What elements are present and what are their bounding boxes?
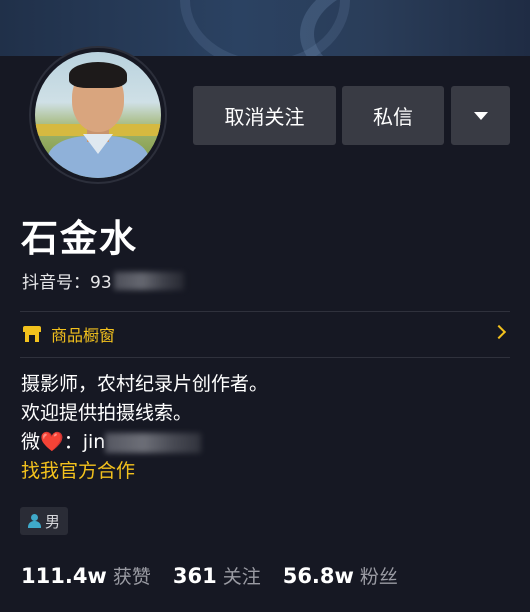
cover-decoration bbox=[180, 0, 350, 56]
stat-label: 获赞 bbox=[112, 566, 151, 588]
more-button[interactable] bbox=[451, 86, 510, 145]
bio-wechat-suffix: ：jin bbox=[63, 431, 106, 453]
chevron-right-icon bbox=[491, 324, 507, 340]
official-cooperation-link[interactable]: 找我官方合作 bbox=[21, 457, 268, 486]
shop-icon bbox=[23, 326, 41, 342]
stat-label: 粉丝 bbox=[359, 566, 398, 588]
douyin-id-label: 抖音号：93 bbox=[22, 273, 112, 293]
stat-label: 关注 bbox=[222, 566, 261, 588]
bio-line: 欢迎提供拍摄线索。 bbox=[21, 402, 193, 424]
douyin-id: 抖音号：93 bbox=[22, 268, 184, 293]
unfollow-button[interactable]: 取消关注 bbox=[193, 86, 336, 145]
bio-wechat-prefix: 微 bbox=[21, 431, 41, 453]
profile-name: 石金水 bbox=[21, 217, 138, 260]
stat-likes[interactable]: 111.4w 获赞 bbox=[21, 562, 151, 589]
stat-value: 56.8w bbox=[282, 564, 354, 588]
message-button-label: 私信 bbox=[373, 105, 413, 129]
stats-bar: 111.4w 获赞 361 关注 56.8w 粉丝 bbox=[21, 562, 420, 589]
bio-line: 摄影师，农村纪录片创作者。 bbox=[21, 373, 269, 395]
divider bbox=[20, 357, 510, 358]
gender-label: 男 bbox=[45, 512, 61, 531]
stat-value: 361 bbox=[172, 564, 217, 588]
stat-following[interactable]: 361 关注 bbox=[173, 562, 261, 589]
avatar[interactable] bbox=[29, 46, 167, 184]
blurred-redaction bbox=[113, 271, 184, 290]
stat-followers[interactable]: 56.8w 粉丝 bbox=[283, 562, 398, 589]
message-button[interactable]: 私信 bbox=[342, 86, 444, 145]
blurred-redaction bbox=[105, 432, 202, 453]
shop-window-label: 商品橱窗 bbox=[51, 326, 116, 345]
avatar-image bbox=[35, 52, 161, 178]
unfollow-button-label: 取消关注 bbox=[224, 105, 305, 129]
bio: 摄影师，农村纪录片创作者。 欢迎提供拍摄线索。 微 ❤️ ：jin 找我官方合作 bbox=[21, 370, 268, 486]
gender-tag: 男 bbox=[20, 507, 69, 535]
male-person-icon bbox=[28, 514, 41, 528]
shop-window-entry[interactable]: 商品橱窗 bbox=[20, 312, 510, 356]
stat-value: 111.4w bbox=[21, 564, 107, 588]
bio-line-wechat: 微 ❤️ ：jin bbox=[21, 428, 268, 457]
heart-icon: ❤️ bbox=[40, 431, 64, 453]
triangle-down-icon bbox=[473, 111, 488, 120]
